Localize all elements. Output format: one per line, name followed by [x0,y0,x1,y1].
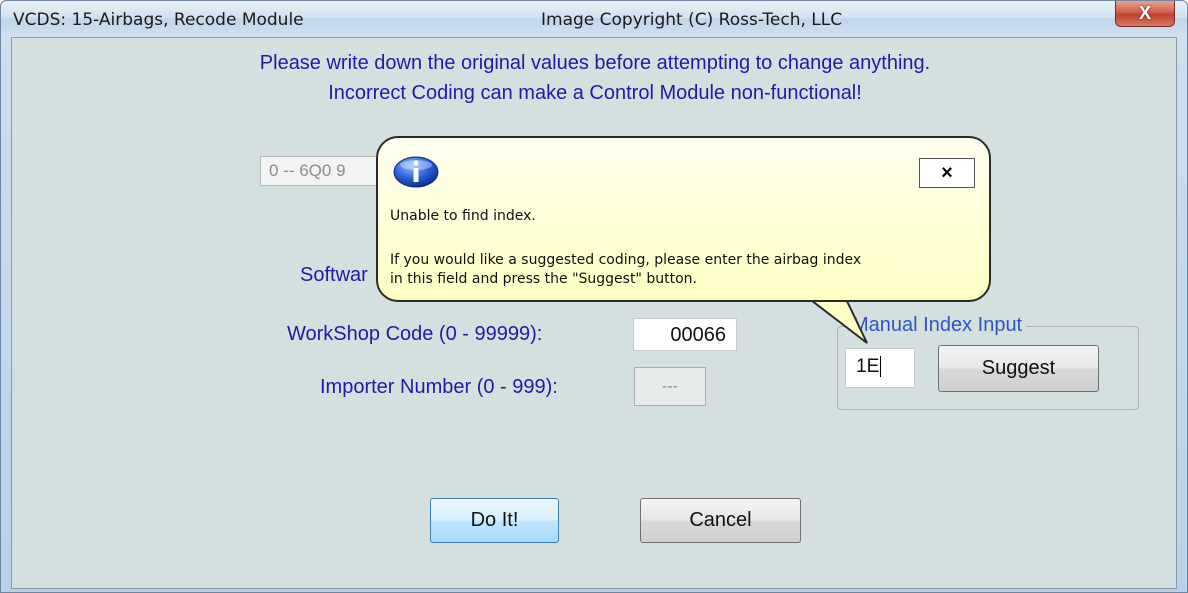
copyright-notice: Image Copyright (C) Ross-Tech, LLC [541,10,843,30]
do-it-button[interactable]: Do It! [430,498,559,543]
recode-window: VCDS: 15-Airbags, Recode Module Image Co… [0,0,1188,593]
cancel-button[interactable]: Cancel [640,498,801,543]
suggest-button[interactable]: Suggest [938,345,1099,392]
window-title: VCDS: 15-Airbags, Recode Module [13,10,304,30]
close-icon: X [1138,3,1151,23]
manual-index-legend: Manual Index Input [848,314,1027,337]
tooltip-pointer [805,297,868,344]
tooltip-line-2: If you would like a suggested coding, pl… [390,252,862,268]
close-icon: × [941,162,953,184]
importer-number-input: --- [634,367,706,406]
tooltip-line-3: in this field and press the "Suggest" bu… [390,271,697,287]
tooltip-close-button[interactable]: × [919,158,975,188]
warning-line-2: Incorrect Coding can make a Control Modu… [328,82,862,104]
tooltip-line-1: Unable to find index. [390,208,536,224]
importer-number-label: Importer Number (0 - 999): [320,376,558,398]
workshop-code-input[interactable]: 00066 [633,318,737,351]
info-icon [393,156,439,188]
balloon-tooltip: × Unable to find index. If you would lik… [376,136,991,302]
title-bar[interactable]: VCDS: 15-Airbags, Recode Module Image Co… [1,1,1187,37]
warning-line-1: Please write down the original values be… [259,52,931,74]
dialog-client-area: Please write down the original values be… [11,37,1177,589]
window-close-button[interactable]: X [1115,1,1175,27]
text-cursor [880,356,882,377]
manual-index-value: 1E [856,356,880,377]
workshop-code-label: WorkShop Code (0 - 99999): [287,323,543,345]
manual-index-input[interactable]: 1E [845,348,915,388]
software-coding-label: Softwar [300,264,368,286]
